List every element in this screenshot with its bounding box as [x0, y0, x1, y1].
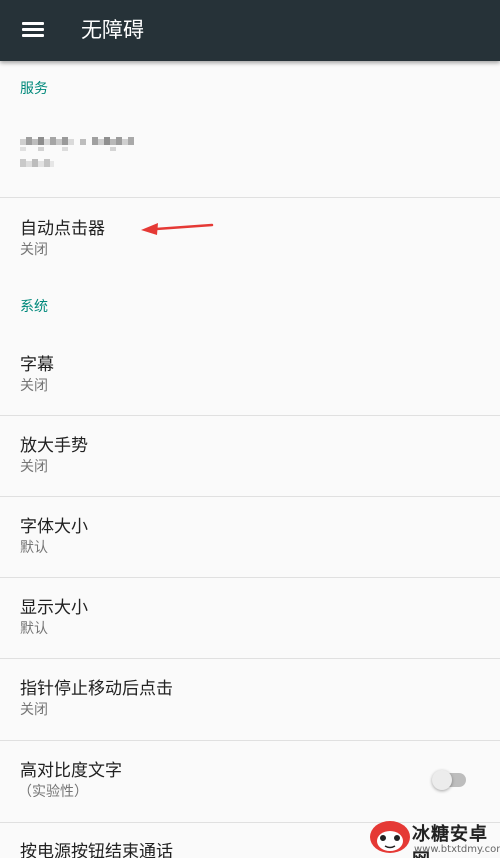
- hamburger-menu-icon[interactable]: [22, 20, 44, 38]
- dwell-click-subtitle: 关闭: [20, 702, 48, 718]
- captions-subtitle: 关闭: [20, 378, 48, 394]
- accessibility-settings-screen: 无障碍 服务 自动点击器 关闭 系统 字幕 关闭 放大手势 关闭 字体大小 默认…: [0, 0, 500, 858]
- high-contrast-toggle[interactable]: [432, 770, 466, 790]
- service-item-pixelated[interactable]: [0, 117, 500, 197]
- display-size-title: 显示大小: [20, 598, 88, 618]
- font-size-title: 字体大小: [20, 517, 88, 537]
- pixelated-service-name: [20, 137, 134, 167]
- captions-item[interactable]: 字幕 关闭: [0, 334, 500, 414]
- app-toolbar: 无障碍: [0, 0, 500, 61]
- high-contrast-text-title: 高对比度文字: [20, 761, 122, 781]
- watermark-logo: 冰糖安卓网 www.btxtdmy.com: [368, 816, 500, 858]
- section-header-services: 服务: [20, 81, 48, 97]
- dwell-click-item[interactable]: 指针停止移动后点击 关闭: [0, 659, 500, 740]
- settings-list: 服务 自动点击器 关闭 系统 字幕 关闭 放大手势 关闭 字体大小 默认 显示大…: [0, 61, 500, 858]
- auto-clicker-subtitle: 关闭: [20, 242, 48, 258]
- high-contrast-text-subtitle: （实验性）: [18, 784, 88, 800]
- power-button-ends-call-title: 按电源按钮结束通话: [20, 842, 173, 858]
- auto-clicker-item[interactable]: 自动点击器 关闭: [0, 198, 500, 278]
- watermark-url: www.btxtdmy.com: [414, 844, 500, 855]
- page-title: 无障碍: [81, 18, 144, 42]
- display-size-item[interactable]: 显示大小 默认: [0, 578, 500, 658]
- captions-title: 字幕: [20, 355, 54, 375]
- watermark-face-icon: [370, 821, 410, 853]
- dwell-click-title: 指针停止移动后点击: [20, 679, 173, 699]
- auto-clicker-title: 自动点击器: [20, 219, 105, 239]
- magnification-gesture-subtitle: 关闭: [20, 459, 48, 475]
- magnification-gesture-item[interactable]: 放大手势 关闭: [0, 416, 500, 496]
- display-size-subtitle: 默认: [20, 621, 48, 637]
- toggle-thumb: [432, 770, 452, 790]
- high-contrast-text-item[interactable]: 高对比度文字 （实验性）: [0, 741, 500, 822]
- magnification-gesture-title: 放大手势: [20, 436, 88, 456]
- font-size-item[interactable]: 字体大小 默认: [0, 497, 500, 577]
- section-header-system: 系统: [20, 299, 48, 315]
- font-size-subtitle: 默认: [20, 540, 48, 556]
